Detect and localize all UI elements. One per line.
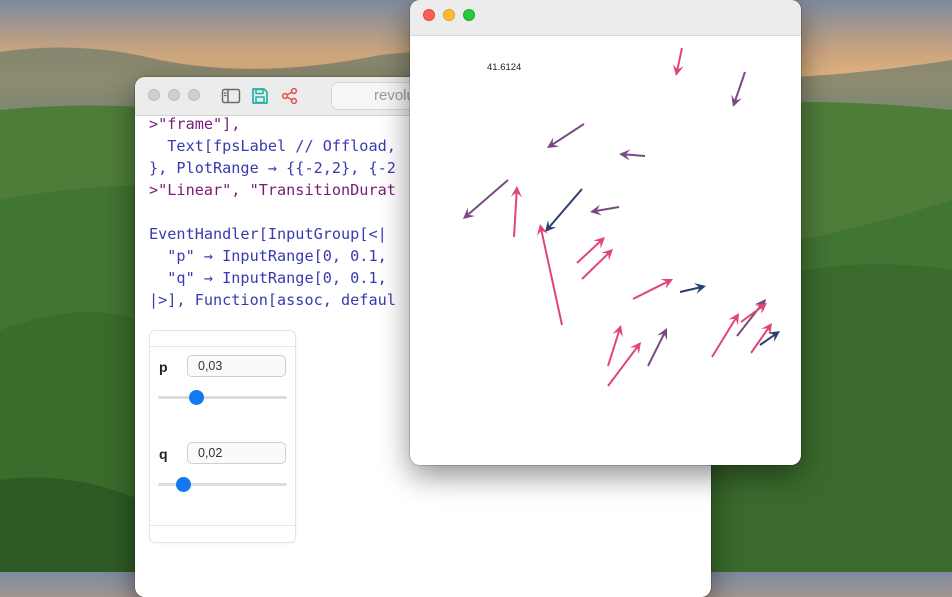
panel-divider (150, 346, 295, 347)
q-value-field[interactable]: 0,02 (187, 442, 286, 464)
arrow-mark (545, 188, 583, 232)
zoom-button[interactable] (463, 9, 475, 21)
code-token: Text[fpsLabel // Offload, (149, 137, 396, 155)
code-token: EventHandler[InputGroup[<| (149, 225, 387, 243)
arrow-mark (463, 179, 509, 219)
arrow-mark (740, 303, 767, 323)
p-label: p (159, 359, 168, 375)
arrow-mark (590, 204, 620, 216)
code-token: |>], Function[assoc, defaul (149, 291, 396, 309)
input-group-panel: p 0,03 q 0,02 (149, 330, 296, 543)
code-token: }, PlotRange → {{-2,2}, {-2 (149, 159, 396, 177)
arrow-mark (619, 149, 646, 161)
code-line: }, PlotRange → {{-2,2}, {-2 (149, 157, 396, 179)
arrow-mark (672, 47, 684, 76)
code-line: |>], Function[assoc, defaul (149, 289, 396, 311)
panel-divider (150, 525, 295, 526)
arrow-mark (759, 331, 780, 346)
code-line: >"Linear", "TransitionDurat (149, 179, 396, 201)
q-slider-thumb[interactable] (176, 477, 192, 492)
zoom-button[interactable] (188, 89, 200, 101)
code-line: EventHandler[InputGroup[<| (149, 223, 396, 245)
arrow-mark (731, 71, 746, 107)
code-cell[interactable]: >"frame"], Text[fpsLabel // Offload, }, P… (149, 113, 396, 311)
code-line (149, 201, 396, 223)
code-token: >"Linear", "TransitionDurat (149, 181, 396, 199)
code-token: "p" → InputRange[0, 0.1, (149, 247, 387, 265)
plot-titlebar (410, 0, 801, 36)
code-line: Text[fpsLabel // Offload, (149, 135, 396, 157)
share-icon[interactable] (280, 87, 300, 105)
minimize-button[interactable] (443, 9, 455, 21)
close-button[interactable] (148, 89, 160, 101)
arrow-mark (510, 186, 522, 238)
p-slider-track[interactable] (158, 396, 287, 399)
save-icon[interactable] (250, 87, 270, 105)
code-line: "p" → InputRange[0, 0.1, (149, 245, 396, 267)
q-label: q (159, 446, 168, 462)
code-line: "q" → InputRange[0, 0.1, (149, 267, 396, 289)
close-button[interactable] (423, 9, 435, 21)
code-token: "q" → InputRange[0, 0.1, (149, 269, 387, 287)
arrow-mark (679, 283, 706, 294)
code-token: >"frame"], (149, 115, 241, 133)
plot-window: 41.6124 (410, 0, 801, 465)
arrow-plot (463, 47, 780, 387)
sidebar-icon[interactable] (221, 87, 241, 105)
p-value-field[interactable]: 0,03 (187, 355, 286, 377)
arrow-mark (536, 224, 563, 326)
minimize-button[interactable] (168, 89, 180, 101)
arrow-mark (632, 279, 673, 300)
arrow-mark (547, 123, 585, 148)
arrow-mark (607, 325, 623, 367)
arrow-mark (576, 237, 605, 264)
arrow-mark (647, 328, 667, 367)
arrow-mark (711, 313, 739, 358)
code-line: >"frame"], (149, 113, 396, 135)
p-slider-thumb[interactable] (189, 390, 205, 405)
